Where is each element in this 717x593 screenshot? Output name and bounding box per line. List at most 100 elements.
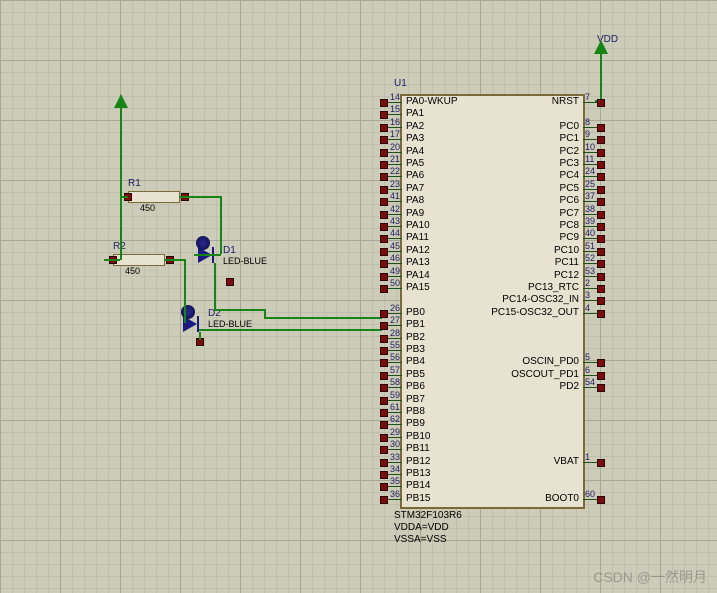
pin-line[interactable] bbox=[583, 238, 597, 239]
pin-num: 38 bbox=[585, 204, 595, 214]
pin-pad[interactable] bbox=[597, 149, 605, 157]
pin-line[interactable] bbox=[583, 499, 597, 500]
pin-pad[interactable] bbox=[597, 496, 605, 504]
pin-line[interactable] bbox=[583, 226, 597, 227]
pin-num: 1 bbox=[585, 452, 590, 462]
pin-name: PB13 bbox=[406, 468, 430, 479]
pin-pad[interactable] bbox=[597, 248, 605, 256]
pin-name: PC7 bbox=[560, 208, 579, 219]
r1-ref: R1 bbox=[128, 178, 141, 189]
u1-chip[interactable]: 14PA0-WKUP15PA116PA217PA320PA421PA522PA6… bbox=[400, 94, 585, 509]
pin-name: PA3 bbox=[406, 133, 424, 144]
wire-vdd-main-v[interactable] bbox=[120, 108, 122, 260]
pin-pad[interactable] bbox=[597, 459, 605, 467]
wire-r2-stub[interactable] bbox=[104, 259, 106, 260]
pin-pad[interactable] bbox=[597, 223, 605, 231]
pin-pad[interactable] bbox=[597, 359, 605, 367]
wire-r1-in[interactable] bbox=[120, 196, 128, 198]
pin-line[interactable] bbox=[583, 164, 597, 165]
pin-pad[interactable] bbox=[597, 161, 605, 169]
pin-name: PA13 bbox=[406, 257, 430, 268]
pin-name: PC3 bbox=[560, 158, 579, 169]
pin-num: 54 bbox=[585, 377, 595, 387]
pin-line[interactable] bbox=[583, 288, 597, 289]
schematic-canvas[interactable]: VDD U1 14PA0-WKUP15PA116PA217PA320PA421P… bbox=[0, 0, 717, 593]
pin-num: 60 bbox=[585, 489, 595, 499]
pin-line[interactable] bbox=[583, 375, 597, 376]
pin-name: BOOT0 bbox=[545, 493, 579, 504]
pin-name: PA4 bbox=[406, 146, 424, 157]
pin-line[interactable] bbox=[583, 189, 597, 190]
wire-d1-bend[interactable] bbox=[214, 309, 266, 311]
pin-name: PA0-WKUP bbox=[406, 96, 458, 107]
pin-pad[interactable] bbox=[597, 211, 605, 219]
u1-part: STM32F103R6 bbox=[394, 510, 462, 521]
pin-name: PC14-OSC32_IN bbox=[502, 294, 579, 305]
pin-pad[interactable] bbox=[597, 310, 605, 318]
pin-name: PA6 bbox=[406, 170, 424, 181]
pin-line[interactable] bbox=[583, 127, 597, 128]
pin-name: PC1 bbox=[560, 133, 579, 144]
pin-line[interactable] bbox=[583, 263, 597, 264]
wire-d1-out-v[interactable] bbox=[214, 263, 216, 309]
pin-name: PC5 bbox=[560, 183, 579, 194]
pin-name: PB10 bbox=[406, 431, 430, 442]
pin-name: PC4 bbox=[560, 170, 579, 181]
pin-pad[interactable] bbox=[380, 496, 388, 504]
pin-pad[interactable] bbox=[597, 273, 605, 281]
pin-line[interactable] bbox=[583, 152, 597, 153]
pin-pad[interactable] bbox=[597, 173, 605, 181]
pin-line[interactable] bbox=[583, 176, 597, 177]
pin-pad[interactable] bbox=[597, 297, 605, 305]
pin-name: PA15 bbox=[406, 282, 430, 293]
pin-num: 11 bbox=[585, 154, 594, 164]
pin-line[interactable] bbox=[583, 276, 597, 277]
wire-d2-pb1[interactable] bbox=[199, 329, 382, 331]
pin-pad[interactable] bbox=[597, 198, 605, 206]
wire-r2-d2-v[interactable] bbox=[184, 259, 186, 323]
wire-r1-out[interactable] bbox=[179, 196, 222, 198]
pin-name: PA8 bbox=[406, 195, 424, 206]
pin-line[interactable] bbox=[583, 313, 597, 314]
wire-r2-in[interactable] bbox=[104, 259, 120, 261]
pin-num: 51 bbox=[585, 241, 595, 251]
wire-d1-in[interactable] bbox=[194, 254, 221, 256]
wire-r2-out[interactable] bbox=[164, 259, 186, 261]
pin-name: PB0 bbox=[406, 307, 425, 318]
pin-pad[interactable] bbox=[597, 372, 605, 380]
pin-name: PB15 bbox=[406, 493, 430, 504]
pin-line[interactable] bbox=[583, 251, 597, 252]
pin-name: PA1 bbox=[406, 108, 424, 119]
pin-line[interactable] bbox=[583, 300, 597, 301]
pin-pad[interactable] bbox=[380, 285, 388, 293]
r1-body[interactable] bbox=[128, 191, 180, 203]
u1-vssa: VSSA=VSS bbox=[394, 534, 447, 545]
pin-pad[interactable] bbox=[597, 235, 605, 243]
pin-pad[interactable] bbox=[597, 99, 605, 107]
pin-pad[interactable] bbox=[597, 260, 605, 268]
pin-num: 9 bbox=[585, 129, 590, 139]
pin-line[interactable] bbox=[583, 102, 597, 103]
pin-name: PA14 bbox=[406, 270, 430, 281]
pin-line[interactable] bbox=[583, 362, 597, 363]
pin-line[interactable] bbox=[583, 201, 597, 202]
pin-pad[interactable] bbox=[597, 384, 605, 392]
pin-line[interactable] bbox=[583, 139, 597, 140]
pin-name: NRST bbox=[552, 96, 579, 107]
pin-name: PA10 bbox=[406, 220, 430, 231]
wire-nrst-v[interactable] bbox=[600, 54, 602, 100]
pin-line[interactable] bbox=[583, 462, 597, 463]
wire-d1-pb0[interactable] bbox=[264, 317, 382, 319]
pin-name: PC15-OSC32_OUT bbox=[491, 307, 579, 318]
pin-line[interactable] bbox=[583, 387, 597, 388]
pin-pad[interactable] bbox=[597, 124, 605, 132]
pin-line[interactable] bbox=[583, 214, 597, 215]
wire-r1-d1-v[interactable] bbox=[220, 196, 222, 254]
pin-pad[interactable] bbox=[597, 285, 605, 293]
pin-name: PA2 bbox=[406, 121, 424, 132]
wire-d2-out-v[interactable] bbox=[199, 332, 201, 340]
pin-pad[interactable] bbox=[597, 186, 605, 194]
watermark: CSDN @一然明月 bbox=[593, 567, 707, 587]
pin-name: PD2 bbox=[560, 381, 579, 392]
pin-pad[interactable] bbox=[597, 136, 605, 144]
